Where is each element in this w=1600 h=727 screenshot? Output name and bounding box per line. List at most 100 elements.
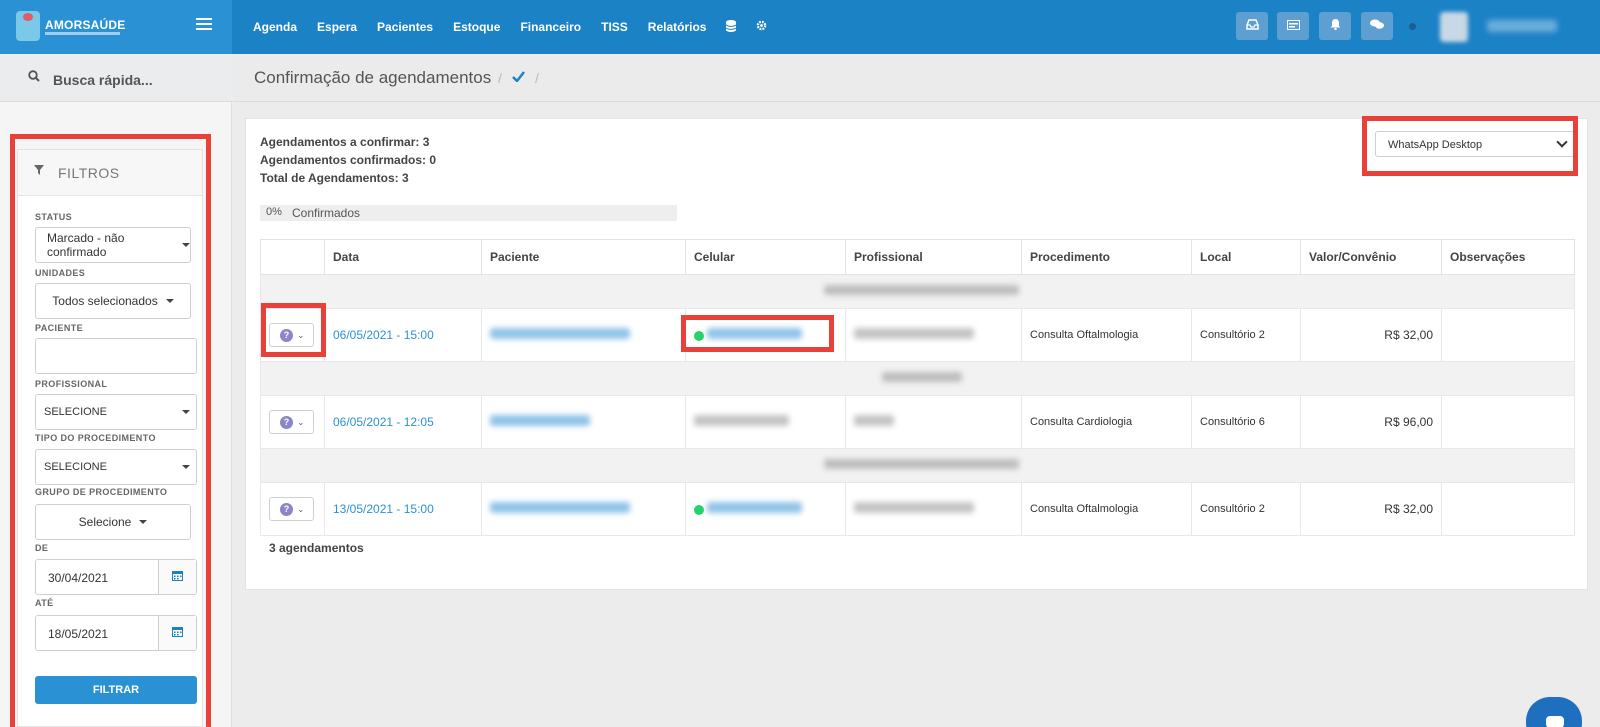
stat-confirmed: Agendamentos confirmados: 0 <box>260 153 437 167</box>
col-actions <box>260 239 325 275</box>
page-header: Confirmação de agendamentos / / <box>233 54 1600 102</box>
col-celular[interactable]: Celular <box>685 239 846 275</box>
menu-toggle-icon[interactable] <box>196 18 212 32</box>
value-cell: R$ 32,00 <box>1300 482 1442 536</box>
appointments-card: Agendamentos a confirmar: 3 Agendamentos… <box>245 118 1588 590</box>
check-icon[interactable] <box>512 69 525 85</box>
row-actions: ? ⌄ <box>260 395 325 449</box>
col-profissional[interactable]: Profissional <box>845 239 1022 275</box>
appointments-count: 3 agendamentos <box>269 541 364 555</box>
patient-cell <box>481 395 686 449</box>
group-header-blurred <box>260 361 1575 396</box>
patient-name-blurred[interactable] <box>490 415 590 426</box>
brand-area: AMORSAÚDE <box>0 0 232 54</box>
brand-name[interactable]: AMORSAÚDE <box>45 18 125 32</box>
gear-icon[interactable] <box>756 20 767 34</box>
nav-relatorios[interactable]: Relatórios <box>648 20 707 34</box>
phone-cell <box>685 395 846 449</box>
quick-search[interactable]: Busca rápida... <box>0 54 232 102</box>
bell-icon[interactable] <box>1319 12 1351 40</box>
obs-cell <box>1441 308 1575 362</box>
appointment-date-link[interactable]: 13/05/2021 - 15:00 <box>333 502 434 516</box>
breadcrumb-separator: / <box>498 70 502 86</box>
user-name-blurred[interactable] <box>1487 20 1557 32</box>
stat-to-confirm: Agendamentos a confirmar: 3 <box>260 135 430 149</box>
professional-name-blurred <box>854 328 974 339</box>
local-cell: Consultório 2 <box>1191 308 1301 362</box>
professional-cell <box>845 308 1022 362</box>
patient-name-blurred[interactable] <box>490 502 630 513</box>
database-icon[interactable] <box>726 19 737 35</box>
highlight-box-whatsapp-select <box>1362 116 1578 176</box>
table-row: ? ⌄ 13/05/2021 - 15:00 Consulta Oftalmol… <box>260 482 1575 536</box>
group-row <box>260 448 1575 483</box>
avatar[interactable] <box>1440 12 1468 42</box>
main-nav: Agenda Espera Pacientes Estoque Financei… <box>253 0 787 54</box>
confirmed-progress-bar: 0% Confirmados <box>260 205 677 221</box>
breadcrumb-separator: / <box>535 70 539 86</box>
top-navbar: AMORSAÚDE Agenda Espera Pacientes Estoqu… <box>0 0 1600 54</box>
chat-icon[interactable] <box>1361 12 1393 40</box>
value-cell: R$ 32,00 <box>1300 308 1442 362</box>
value-cell: R$ 96,00 <box>1300 395 1442 449</box>
page-title: Confirmação de agendamentos <box>254 68 492 87</box>
appointment-date-link[interactable]: 06/05/2021 - 15:00 <box>333 328 434 342</box>
confirmation-status-button[interactable]: ? ⌄ <box>269 497 314 521</box>
nav-pacientes[interactable]: Pacientes <box>377 20 433 34</box>
question-icon: ? <box>280 502 293 516</box>
brand-tagline-blurred <box>45 32 120 35</box>
whatsapp-icon[interactable] <box>694 505 704 516</box>
col-local[interactable]: Local <box>1191 239 1301 275</box>
appointments-table: Data Paciente Celular Profissional Proce… <box>260 239 1575 536</box>
nav-agenda[interactable]: Agenda <box>253 20 297 34</box>
support-chat-icon[interactable] <box>1526 697 1582 727</box>
nav-tiss[interactable]: TISS <box>601 20 628 34</box>
table-row: ? ⌄ 06/05/2021 - 12:05 Consulta Cardiolo… <box>260 395 1575 449</box>
brand-logo-icon <box>16 11 40 41</box>
appointment-date-link[interactable]: 06/05/2021 - 12:05 <box>333 415 434 429</box>
procedure-cell: Consulta Cardiologia <box>1021 395 1192 449</box>
col-observacoes[interactable]: Observações <box>1441 239 1575 275</box>
col-valor[interactable]: Valor/Convênio <box>1300 239 1442 275</box>
nav-estoque[interactable]: Estoque <box>453 20 500 34</box>
chevron-down-icon: ⌄ <box>297 503 305 514</box>
question-icon: ? <box>280 415 293 429</box>
col-paciente[interactable]: Paciente <box>481 239 686 275</box>
col-data[interactable]: Data <box>324 239 482 275</box>
patient-name-blurred[interactable] <box>490 328 630 339</box>
highlight-box-filters <box>10 134 211 727</box>
obs-cell <box>1441 395 1575 449</box>
procedure-cell: Consulta Oftalmologia <box>1021 482 1192 536</box>
progress-label: Confirmados <box>292 206 361 220</box>
highlight-box-phone <box>681 315 834 352</box>
stat-total: Total de Agendamentos: 3 <box>260 171 409 185</box>
phone-blurred <box>694 415 789 426</box>
search-icon <box>28 70 40 85</box>
group-row <box>260 361 1575 396</box>
quick-search-label: Busca rápida... <box>53 72 153 88</box>
group-header-blurred <box>260 274 1575 309</box>
nav-espera[interactable]: Espera <box>317 20 357 34</box>
card-icon[interactable] <box>1277 12 1309 40</box>
progress-percent: 0% <box>266 206 282 218</box>
professional-cell <box>845 482 1022 536</box>
professional-cell <box>845 395 1022 449</box>
col-procedimento[interactable]: Procedimento <box>1021 239 1192 275</box>
patient-cell <box>481 482 686 536</box>
chevron-down-icon: ⌄ <box>297 416 305 427</box>
professional-name-blurred <box>854 415 894 426</box>
nav-financeiro[interactable]: Financeiro <box>520 20 581 34</box>
appointments-stats: Agendamentos a confirmar: 3 Agendamentos… <box>260 133 436 187</box>
table-row: ? ⌄ 06/05/2021 - 15:00 Consulta Oftalmol… <box>260 308 1575 362</box>
confirmation-status-button[interactable]: ? ⌄ <box>269 410 314 434</box>
highlight-box-status-button <box>261 303 326 357</box>
row-actions: ? ⌄ <box>260 482 325 536</box>
status-dot <box>1409 23 1416 30</box>
local-cell: Consultório 2 <box>1191 482 1301 536</box>
obs-cell <box>1441 482 1575 536</box>
local-cell: Consultório 6 <box>1191 395 1301 449</box>
inbox-icon[interactable] <box>1236 12 1268 40</box>
phone-cell <box>685 482 846 536</box>
patient-cell <box>481 308 686 362</box>
phone-link-blurred[interactable] <box>707 502 802 513</box>
